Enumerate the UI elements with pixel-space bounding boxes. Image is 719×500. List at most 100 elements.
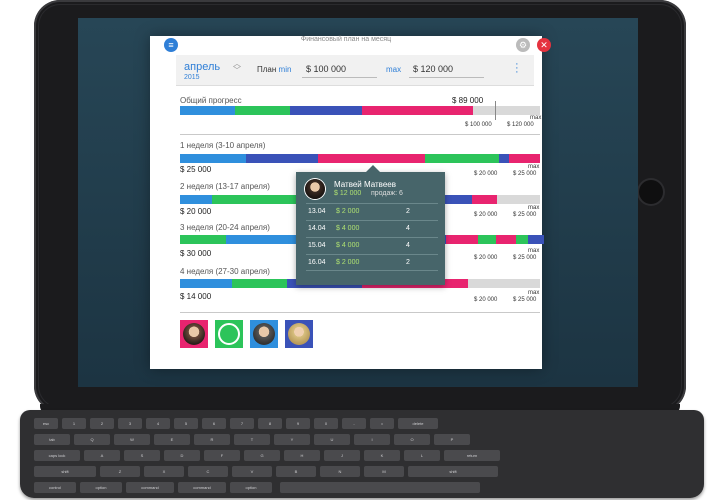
key-b[interactable]: B (276, 466, 316, 477)
row-count: 2 (406, 208, 410, 215)
overall-progress-bar[interactable] (180, 106, 540, 115)
tooltip-sales-count: продаж: 6 (371, 190, 403, 197)
key-5[interactable]: 5 (174, 418, 198, 429)
key-d[interactable]: D (164, 450, 200, 461)
bar-segment-green (516, 235, 528, 244)
key-t[interactable]: T (234, 434, 270, 445)
overall-amount: $ 89 000 (452, 96, 484, 105)
key-=[interactable]: = (370, 418, 394, 429)
row-count: 4 (406, 225, 410, 232)
key-space[interactable] (280, 482, 480, 493)
key-n[interactable]: N (320, 466, 360, 477)
key-y[interactable]: Y (274, 434, 310, 445)
key-g[interactable]: G (244, 450, 280, 461)
avatar[interactable] (180, 320, 208, 348)
row-date: 14.04 (308, 225, 326, 232)
max-plan-input[interactable]: $ 120 000 (413, 64, 453, 74)
key-o[interactable]: O (394, 434, 430, 445)
week-1-max-label: max (528, 164, 540, 170)
key-u[interactable]: U (314, 434, 350, 445)
salesperson-tooltip: Матвей Матвеев $ 12 000 продаж: 6 13.04 … (296, 165, 445, 285)
bar-segment-blue (180, 279, 232, 288)
key-r[interactable]: R (194, 434, 230, 445)
bar-segment-pink (472, 195, 497, 204)
bar-segment-navy (246, 154, 318, 163)
key-j[interactable]: J (324, 450, 360, 461)
week-3-min-value: $ 20 000 (474, 255, 498, 261)
bar-segment-blue (180, 195, 212, 204)
key-a[interactable]: A (84, 450, 120, 461)
bar-segment-navy (290, 106, 362, 115)
overall-max-label: max (530, 115, 542, 121)
week-1-max-value: $ 25 000 (513, 171, 537, 177)
avatar (305, 179, 325, 199)
more-options-icon[interactable]: · · · (515, 59, 519, 78)
key-m[interactable]: M (364, 466, 404, 477)
key--[interactable]: - (342, 418, 366, 429)
key-v[interactable]: V (232, 466, 272, 477)
key-1[interactable]: 1 (62, 418, 86, 429)
year-label: 2015 (184, 74, 200, 81)
key-caps-lock[interactable]: caps lock (34, 450, 80, 461)
week-2-min-value: $ 20 000 (474, 212, 498, 218)
week-1-bar[interactable] (180, 154, 540, 163)
bar-segment-blue (180, 106, 235, 115)
close-icon[interactable]: ✕ (537, 38, 551, 52)
month-stepper[interactable]: ︿ ﹀ (233, 60, 241, 75)
key-h[interactable]: H (284, 450, 320, 461)
week-4-max-label: max (528, 290, 540, 296)
key-x[interactable]: X (144, 466, 184, 477)
key-c[interactable]: C (188, 466, 228, 477)
key-z[interactable]: Z (100, 466, 140, 477)
key-l[interactable]: L (404, 450, 440, 461)
key-esc[interactable]: esc (34, 418, 58, 429)
bar-segment-remaining (497, 195, 540, 204)
row-count: 2 (406, 259, 410, 266)
week-4-min-value: $ 20 000 (474, 297, 498, 303)
key-return[interactable]: return (444, 450, 500, 461)
bar-segment-pink (446, 235, 478, 244)
home-button[interactable] (639, 180, 663, 204)
avatar[interactable] (285, 320, 313, 348)
key-option[interactable]: option (80, 482, 122, 493)
month-label[interactable]: апрель (184, 61, 220, 73)
tooltip-row: 15.04 $ 4 000 4 (306, 237, 438, 253)
key-7[interactable]: 7 (230, 418, 254, 429)
key-f[interactable]: F (204, 450, 240, 461)
section-divider (180, 134, 540, 135)
max-label: max (386, 65, 402, 74)
overall-min-value: $ 100 000 (465, 122, 492, 128)
menu-icon[interactable]: ≡ (164, 38, 178, 52)
key-i[interactable]: I (354, 434, 390, 445)
key-k[interactable]: K (364, 450, 400, 461)
avatar[interactable] (215, 320, 243, 348)
key-tab[interactable]: tab (34, 434, 70, 445)
key-option[interactable]: option (230, 482, 272, 493)
week-2-max-value: $ 25 000 (513, 212, 537, 218)
key-p[interactable]: P (434, 434, 470, 445)
chevron-down-icon[interactable]: ﹀ (233, 67, 241, 75)
key-delete[interactable]: delete (398, 418, 438, 429)
gear-icon[interactable]: ⚙ (516, 38, 530, 52)
key-shift[interactable]: shift (34, 466, 96, 477)
key-0[interactable]: 0 (314, 418, 338, 429)
key-2[interactable]: 2 (90, 418, 114, 429)
key-3[interactable]: 3 (118, 418, 142, 429)
key-w[interactable]: W (114, 434, 150, 445)
row-amount: $ 4 000 (336, 242, 360, 249)
key-e[interactable]: E (154, 434, 190, 445)
min-plan-input[interactable]: $ 100 000 (306, 64, 346, 74)
key-q[interactable]: Q (74, 434, 110, 445)
key-s[interactable]: S (124, 450, 160, 461)
bar-segment-navy (499, 154, 509, 163)
key-8[interactable]: 8 (258, 418, 282, 429)
key-command[interactable]: command (178, 482, 226, 493)
avatar[interactable] (250, 320, 278, 348)
row-date: 15.04 (308, 242, 326, 249)
key-control[interactable]: control (34, 482, 76, 493)
key-shift[interactable]: shift (408, 466, 498, 477)
key-command[interactable]: command (126, 482, 174, 493)
key-6[interactable]: 6 (202, 418, 226, 429)
key-9[interactable]: 9 (286, 418, 310, 429)
key-4[interactable]: 4 (146, 418, 170, 429)
